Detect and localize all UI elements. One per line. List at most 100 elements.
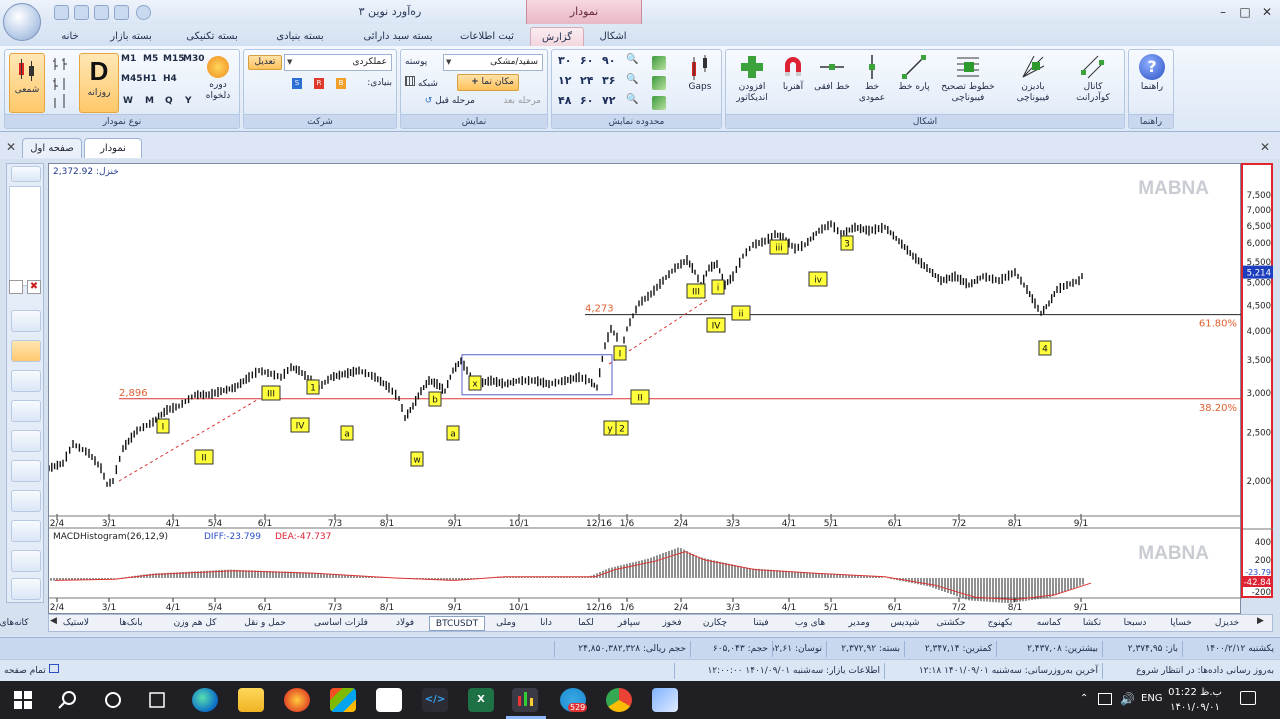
sheet-tab[interactable]: فلزات اساسی bbox=[301, 616, 381, 631]
range-12[interactable]: ۱۲ bbox=[558, 74, 571, 87]
sheet-tab[interactable]: لاستیک bbox=[51, 616, 101, 631]
store-icon[interactable] bbox=[330, 688, 356, 712]
tab-home[interactable]: خانه bbox=[50, 27, 90, 46]
sheet-tab[interactable]: شپدیس bbox=[883, 616, 927, 631]
delete-icon[interactable]: ✖ bbox=[27, 280, 41, 294]
app-menu-button[interactable] bbox=[3, 3, 41, 41]
tab-portfolio-pack[interactable]: بسته سبد دارائی bbox=[350, 27, 446, 46]
fib-fan-button[interactable]: بادبزن فیبوناچی bbox=[1006, 54, 1060, 114]
cortana-icon[interactable] bbox=[100, 688, 126, 712]
tray-chevron-icon[interactable]: ⌃ bbox=[1080, 693, 1088, 704]
next-step-button[interactable]: مرحله بعد bbox=[471, 96, 541, 106]
close-icon[interactable]: ✕ bbox=[6, 140, 16, 154]
tool-paint-icon[interactable] bbox=[11, 460, 41, 482]
close-icon[interactable]: ✕ bbox=[1256, 4, 1278, 20]
range-60b[interactable]: ۶۰ bbox=[580, 94, 593, 107]
crosshair-button[interactable]: مکان نما + bbox=[457, 74, 519, 91]
grid-toggle[interactable]: شبکه bbox=[405, 76, 453, 89]
scroll-mid-icon[interactable] bbox=[652, 76, 666, 90]
range-24[interactable]: ۲۴ bbox=[580, 74, 593, 87]
task-view-icon[interactable] bbox=[144, 688, 170, 712]
sheet-tab[interactable]: تکشا bbox=[1073, 616, 1111, 631]
sheet-tab[interactable]: خساپا bbox=[1159, 616, 1203, 631]
tab-technical-pack[interactable]: بسته تکنیکی bbox=[172, 27, 252, 46]
range-72[interactable]: ۷۲ bbox=[602, 94, 615, 107]
clock[interactable]: 01:22 ب.ظ ۱۴۰۱/۰۹/۰۱ bbox=[1166, 685, 1224, 715]
sheet-tab[interactable]: حکشتی bbox=[929, 616, 973, 631]
sheet-tab[interactable]: بانک‌ها bbox=[103, 616, 159, 631]
zoom-reset-icon[interactable]: 🔍 bbox=[626, 94, 638, 105]
chart-plot[interactable]: MABNA MABNA خنزل: 2,372.92 MACDHistogram… bbox=[48, 163, 1242, 614]
flag-b[interactable]: B bbox=[336, 78, 346, 89]
scroll-start-icon[interactable] bbox=[652, 56, 666, 70]
list-input[interactable] bbox=[9, 280, 23, 294]
sheet-tab[interactable]: فخوز bbox=[653, 616, 691, 631]
tab-fundamental-pack[interactable]: بسته بنیادی bbox=[260, 27, 340, 46]
custom-period-button[interactable]: دوره دلخواه bbox=[201, 56, 235, 112]
full-page-button[interactable]: تمام صفحه bbox=[4, 664, 59, 676]
magnet-button[interactable]: آهنربا bbox=[776, 54, 810, 114]
rahavard-app-icon[interactable] bbox=[512, 688, 538, 712]
tool-heart-icon[interactable] bbox=[11, 550, 41, 572]
network-icon[interactable] bbox=[1098, 693, 1112, 705]
scroll-end-icon[interactable] bbox=[652, 96, 666, 110]
close-tab-icon[interactable]: ✕ bbox=[1260, 140, 1270, 154]
tool-globe-icon[interactable] bbox=[11, 400, 41, 422]
prev-step-button[interactable]: مرحله قبل ↺ bbox=[405, 96, 475, 106]
range-30[interactable]: ۳۰ bbox=[558, 54, 571, 67]
tool-home-icon[interactable] bbox=[11, 520, 41, 542]
tab-market-pack[interactable]: بسته بازار bbox=[98, 27, 164, 46]
chrome-icon[interactable] bbox=[606, 688, 632, 712]
range-60[interactable]: ۶۰ bbox=[580, 54, 593, 67]
minimize-icon[interactable]: – bbox=[1212, 4, 1234, 20]
tab-data-entry[interactable]: ثبت اطلاعات bbox=[454, 27, 520, 46]
file-explorer-icon[interactable] bbox=[238, 688, 264, 712]
tool-edit-icon[interactable] bbox=[11, 340, 41, 362]
period-y[interactable]: Y bbox=[185, 96, 192, 106]
sheet-tab[interactable]: وملی bbox=[487, 616, 525, 631]
period-month[interactable]: M bbox=[145, 96, 154, 106]
pin-icon[interactable] bbox=[11, 166, 41, 182]
range-90[interactable]: ۹۰ bbox=[602, 54, 615, 67]
windows-start-icon[interactable] bbox=[10, 688, 36, 712]
sheet-tab[interactable]: بکهنوج bbox=[975, 616, 1025, 631]
notepad-icon[interactable] bbox=[376, 688, 402, 712]
range-36[interactable]: ۳۶ bbox=[602, 74, 615, 87]
sheet-tab[interactable]: حمل و نقل bbox=[231, 616, 299, 631]
segment-button[interactable]: پاره خط bbox=[894, 54, 934, 114]
tab-report[interactable]: گزارش bbox=[530, 27, 584, 46]
sheet-tab[interactable]: ومدیر bbox=[837, 616, 881, 631]
code-editor-icon[interactable]: </> bbox=[422, 688, 448, 712]
tab-shapes[interactable]: اشکال bbox=[590, 27, 636, 46]
fib-retracement-button[interactable]: خطوط تصحیح فیبوناچی bbox=[938, 54, 998, 114]
zoom-out-icon[interactable]: 🔍 bbox=[626, 74, 638, 85]
sheet-tab[interactable]: خدیزل bbox=[1205, 616, 1249, 631]
firefox-icon[interactable] bbox=[284, 688, 310, 712]
period-w[interactable]: W bbox=[123, 96, 133, 106]
daily-button[interactable]: D روزانه bbox=[79, 53, 119, 113]
sheet-tab[interactable]: های وب bbox=[785, 616, 835, 631]
tool-f-icon[interactable] bbox=[11, 490, 41, 512]
doc-tab-first-page[interactable]: صفحه اول bbox=[22, 138, 82, 158]
bar-chart-types[interactable] bbox=[49, 54, 73, 112]
period-h4[interactable]: H4 bbox=[163, 74, 177, 84]
period-m45[interactable]: M45 bbox=[121, 74, 142, 84]
paint-icon[interactable] bbox=[652, 688, 678, 712]
period-m5[interactable]: M5 bbox=[143, 54, 158, 64]
sheet-tab[interactable]: دانا bbox=[527, 616, 565, 631]
tool-export-icon[interactable] bbox=[11, 578, 41, 600]
search-icon[interactable] bbox=[54, 688, 80, 712]
edge-icon[interactable] bbox=[192, 688, 218, 712]
sheet-tab[interactable]: سپافر bbox=[607, 616, 651, 631]
range-box[interactable] bbox=[461, 354, 613, 396]
period-m1[interactable]: M1 bbox=[121, 54, 136, 64]
operational-select[interactable]: ▼ عملکردی bbox=[284, 54, 392, 71]
period-h1[interactable]: H1 bbox=[143, 74, 157, 84]
horizontal-line-button[interactable]: خط افقی bbox=[814, 54, 850, 114]
add-indicator-button[interactable]: افزودن اندیکاتور bbox=[732, 54, 772, 114]
period-q[interactable]: Q bbox=[165, 96, 173, 106]
gaps-button[interactable]: Gaps bbox=[682, 54, 718, 110]
notifications-icon[interactable] bbox=[1240, 691, 1256, 705]
sheet-tab[interactable]: لکما bbox=[567, 616, 605, 631]
doc-tab-chart[interactable]: نمودار bbox=[84, 138, 142, 158]
